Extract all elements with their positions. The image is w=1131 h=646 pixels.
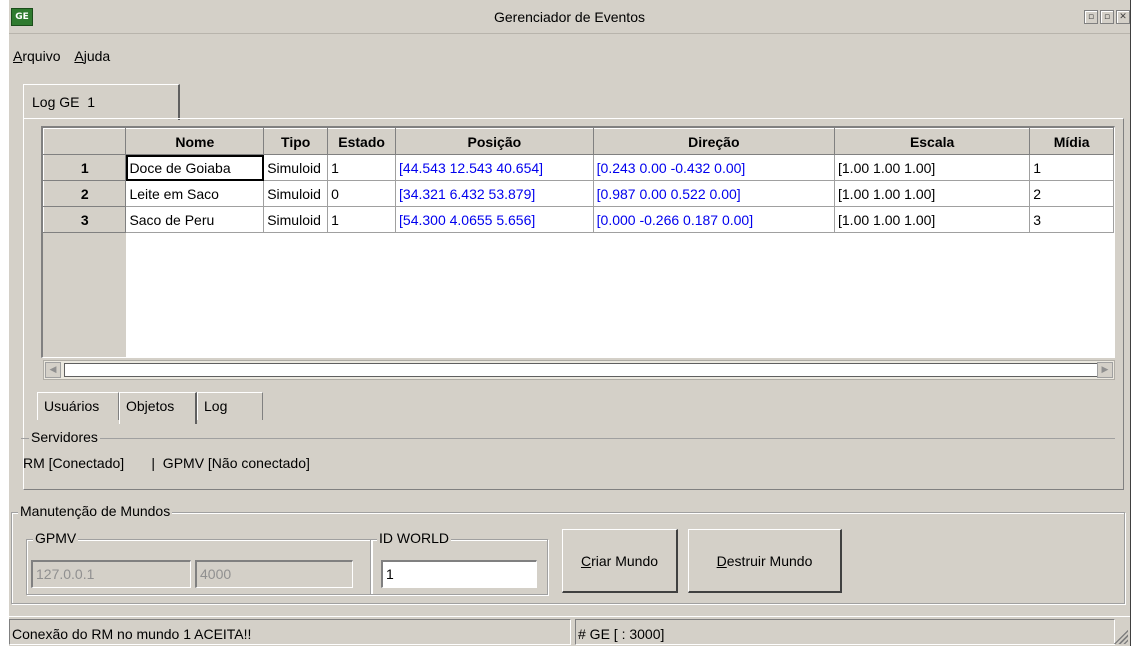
tab-usuarios[interactable]: Usuários: [37, 392, 119, 420]
column-header-direcao[interactable]: Direção: [592, 128, 836, 155]
destruir-mundo-button[interactable]: Destruir Mundo: [688, 529, 842, 593]
maximize-button[interactable]: ▫: [1100, 10, 1114, 24]
resize-grip-icon[interactable]: [1112, 628, 1128, 644]
cell-escala[interactable]: [1.00 1.00 1.00]: [834, 180, 1031, 207]
cell-direcao[interactable]: [0.000 -0.266 0.187 0.00]: [593, 206, 836, 233]
column-header-estado[interactable]: Estado: [327, 128, 397, 155]
id-world-group: ID WORLD 1: [370, 530, 548, 595]
minimize-button[interactable]: ▫: [1084, 10, 1098, 24]
table-header-row: Nome Tipo Estado Posição Direção Escala …: [43, 128, 1114, 155]
tab-log-ge[interactable]: Log GE 1: [23, 84, 180, 120]
server-status-text: RM [Conectado] | GPMV [Não conectado]: [23, 455, 310, 471]
table-row[interactable]: 2 Leite em Saco Simuloid 0 [34.321 6.432…: [43, 180, 1114, 207]
column-header-nome[interactable]: Nome: [125, 128, 265, 155]
cell-midia[interactable]: 2: [1029, 180, 1114, 207]
cell-midia[interactable]: 1: [1029, 154, 1114, 181]
cell-nome[interactable]: Leite em Saco: [125, 180, 265, 207]
scroll-right-icon[interactable]: ▶: [1097, 362, 1113, 378]
id-world-input[interactable]: 1: [381, 560, 537, 588]
cell-estado[interactable]: 1: [327, 206, 397, 233]
cell-nome[interactable]: Doce de Goiaba: [125, 154, 265, 181]
criar-mundo-button[interactable]: Criar Mundo: [562, 529, 678, 593]
row-number[interactable]: 1: [43, 154, 127, 181]
main-window: GE Gerenciador de Eventos ▫ ▫ ✕ Arquivo …: [8, 0, 1131, 646]
tab-objetos[interactable]: Objetos: [119, 392, 197, 424]
objects-table: Nome Tipo Estado Posição Direção Escala …: [43, 128, 1114, 233]
cell-estado[interactable]: 1: [327, 154, 397, 181]
cell-posicao[interactable]: [34.321 6.432 53.879]: [395, 180, 594, 207]
menu-ajuda[interactable]: Ajuda: [74, 48, 110, 64]
column-header[interactable]: [43, 128, 127, 155]
table-row[interactable]: 1 Doce de Goiaba Simuloid 1 [44.543 12.5…: [43, 154, 1114, 181]
scroll-left-icon[interactable]: ◀: [45, 362, 61, 378]
title-bar[interactable]: GE Gerenciador de Eventos ▫ ▫ ✕: [9, 0, 1130, 34]
cell-posicao[interactable]: [54.300 4.0655 5.656]: [395, 206, 594, 233]
cell-escala[interactable]: [1.00 1.00 1.00]: [834, 154, 1031, 181]
row-number[interactable]: 3: [43, 206, 127, 233]
cell-estado[interactable]: 0: [327, 180, 397, 207]
gpmv-port-field[interactable]: 4000: [195, 560, 353, 588]
status-bar: Conexão do RM no mundo 1 ACEITA!! # GE […: [9, 616, 1130, 646]
servidores-group: Servidores RM [Conectado] | GPMV [Não co…: [21, 429, 1115, 482]
manutencao-label: Manutenção de Mundos: [18, 503, 173, 519]
cell-escala[interactable]: [1.00 1.00 1.00]: [834, 206, 1031, 233]
manutencao-group: Manutenção de Mundos GPMV 127.0.0.1 4000…: [11, 503, 1125, 604]
column-header-posicao[interactable]: Posição: [395, 128, 594, 155]
tab-log[interactable]: Log: [197, 392, 263, 420]
id-world-label: ID WORLD: [377, 530, 451, 546]
status-port-info: # GE [ : 3000]: [575, 619, 1115, 645]
column-header-tipo[interactable]: Tipo: [263, 128, 329, 155]
cell-direcao[interactable]: [0.987 0.00 0.522 0.00]: [593, 180, 836, 207]
row-number[interactable]: 2: [43, 180, 127, 207]
menu-bar: Arquivo Ajuda: [13, 48, 120, 68]
cell-tipo[interactable]: Simuloid: [263, 154, 329, 181]
gpmv-label: GPMV: [33, 530, 79, 546]
servidores-label: Servidores: [29, 429, 100, 445]
close-button[interactable]: ✕: [1116, 10, 1130, 24]
window-title: Gerenciador de Eventos: [494, 9, 645, 25]
cell-nome[interactable]: Saco de Peru: [125, 206, 265, 233]
cell-midia[interactable]: 3: [1029, 206, 1114, 233]
menu-arquivo[interactable]: Arquivo: [13, 48, 60, 64]
cell-posicao[interactable]: [44.543 12.543 40.654]: [395, 154, 594, 181]
horizontal-scrollbar[interactable]: ◀ ▶: [43, 360, 1115, 380]
gpmv-group: GPMV 127.0.0.1 4000: [26, 530, 372, 595]
cell-direcao[interactable]: [0.243 0.00 -0.432 0.00]: [593, 154, 836, 181]
column-header-escala[interactable]: Escala: [833, 128, 1031, 155]
cell-tipo[interactable]: Simuloid: [263, 206, 329, 233]
status-message: Conexão do RM no mundo 1 ACEITA!!: [9, 619, 571, 645]
table-row[interactable]: 3 Saco de Peru Simuloid 1 [54.300 4.0655…: [43, 206, 1114, 233]
column-header-midia[interactable]: Mídia: [1029, 128, 1114, 155]
scroll-thumb[interactable]: [64, 363, 1100, 377]
objects-grid[interactable]: Nome Tipo Estado Posição Direção Escala …: [41, 126, 1115, 358]
cell-tipo[interactable]: Simuloid: [263, 180, 329, 207]
gpmv-ip-field[interactable]: 127.0.0.1: [31, 560, 191, 588]
